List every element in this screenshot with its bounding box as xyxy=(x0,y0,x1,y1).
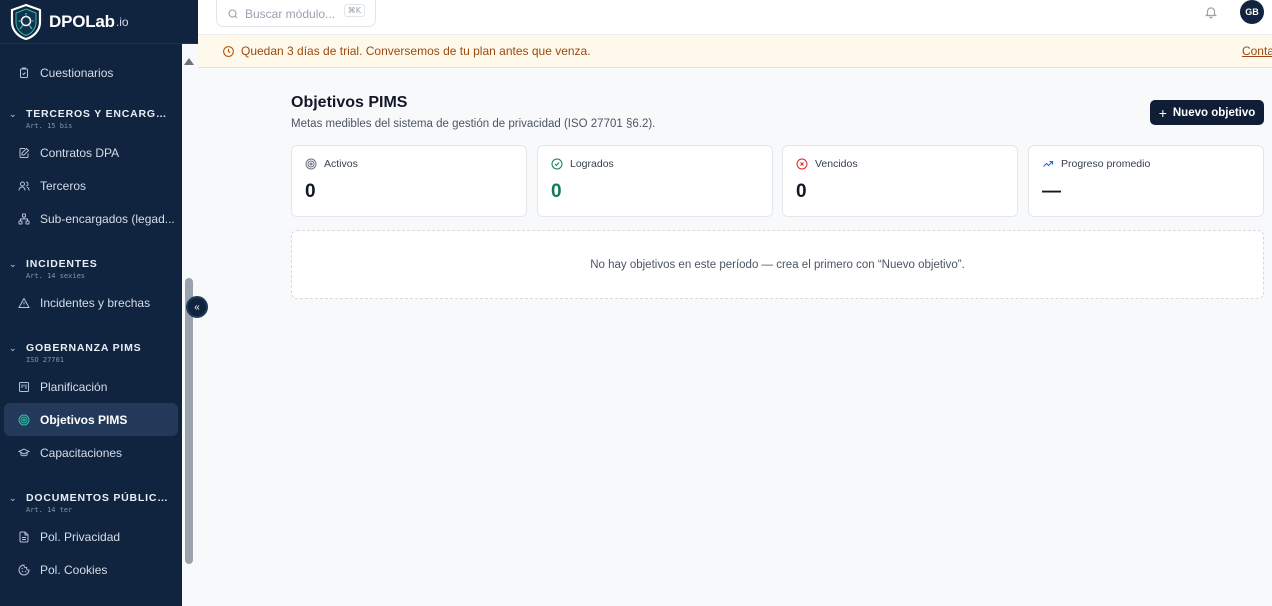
section-documentos: ⌄ DOCUMENTOS PÚBLICOS Art. 14 ter xyxy=(0,491,182,520)
stat-card-vencidos: Vencidos 0 xyxy=(782,145,1018,217)
sidebar-item-terceros[interactable]: Terceros xyxy=(4,169,178,202)
empty-state-message: No hay objetivos en este período — crea … xyxy=(590,258,965,271)
section-subtitle: ISO 27701 xyxy=(26,356,64,364)
section-terceros: ⌄ TERCEROS Y ENCARGAD... Art. 15 bis xyxy=(0,107,182,136)
sidebar-nav: Cuestionarios ⌄ TERCEROS Y ENCARGAD... A… xyxy=(0,56,182,586)
sidebar-item-incidentes[interactable]: Incidentes y brechas xyxy=(4,286,178,319)
sidebar-item-label: Planificación xyxy=(40,379,108,394)
section-gobernanza: ⌄ GOBERNANZA PIMS ISO 27701 xyxy=(0,341,182,370)
chevron-down-icon: ⌄ xyxy=(9,342,18,353)
stat-label: Activos xyxy=(324,158,358,170)
stat-label: Logrados xyxy=(570,158,614,170)
stat-value: 0 xyxy=(305,181,316,202)
section-title: DOCUMENTOS PÚBLICOS xyxy=(26,492,171,504)
sidebar-item-label: Terceros xyxy=(40,178,87,193)
sidebar-item-label: Incidentes y brechas xyxy=(40,295,151,310)
sidebar: Cuestionarios ⌄ TERCEROS Y ENCARGAD... A… xyxy=(0,0,182,606)
graduation-cap-icon xyxy=(17,446,31,460)
sidebar-item-pol-cookies[interactable]: Pol. Cookies xyxy=(4,553,178,586)
page-title: Objetivos PIMS xyxy=(291,94,408,111)
section-header[interactable]: ⌄ GOBERNANZA PIMS xyxy=(9,341,182,355)
x-circle-icon xyxy=(796,158,808,170)
sidebar-item-label: Pol. Cookies xyxy=(40,562,108,577)
section-title: INCIDENTES xyxy=(26,258,98,270)
stat-card-progreso: Progreso promedio — xyxy=(1028,145,1264,217)
section-header[interactable]: ⌄ TERCEROS Y ENCARGAD... xyxy=(9,107,182,121)
shield-logo-icon xyxy=(8,2,44,42)
bell-icon[interactable] xyxy=(1204,5,1220,21)
cookie-icon xyxy=(17,563,31,577)
sidebar-item-pol-privacidad[interactable]: Pol. Privacidad xyxy=(4,520,178,553)
collapse-sidebar-button[interactable]: « xyxy=(186,296,208,318)
empty-state: No hay objetivos en este período — crea … xyxy=(291,230,1264,299)
stat-label: Vencidos xyxy=(815,158,858,170)
file-edit-icon xyxy=(17,146,31,160)
warning-icon xyxy=(17,296,31,310)
sidebar-item-label: Sub-encargados (legad... xyxy=(40,211,175,226)
stat-card-activos: Activos 0 xyxy=(291,145,527,217)
brand-name: DPOLab xyxy=(49,11,115,31)
target-icon xyxy=(17,413,31,427)
sidebar-item-label: Contratos DPA xyxy=(40,145,120,160)
section-subtitle: Art. 14 sexies xyxy=(26,272,86,280)
scrollbar-thumb[interactable] xyxy=(185,278,193,564)
brand[interactable]: DPOLab .io xyxy=(0,0,198,44)
section-incidentes: ⌄ INCIDENTES Art. 14 sexies xyxy=(0,257,182,286)
sidebar-item-label: Objetivos PIMS xyxy=(40,412,128,427)
sidebar-item-planificacion[interactable]: Planificación xyxy=(4,370,178,403)
sidebar-item-label: Cuestionarios xyxy=(40,65,114,80)
sidebar-item-sub-encargados[interactable]: Sub-encargados (legad... xyxy=(4,202,178,235)
section-title: TERCEROS Y ENCARGAD... xyxy=(26,108,171,120)
double-chevron-left-icon: « xyxy=(194,301,200,313)
new-objective-button[interactable]: + Nuevo objetivo xyxy=(1150,100,1264,125)
scroll-up-arrow-icon[interactable] xyxy=(184,58,194,65)
avatar[interactable]: GB xyxy=(1240,0,1264,24)
search-icon xyxy=(227,8,239,20)
search-placeholder: Buscar módulo... xyxy=(245,6,336,21)
sidebar-item-objetivos-pims[interactable]: Objetivos PIMS xyxy=(4,403,178,436)
network-icon xyxy=(17,212,31,226)
page-subtitle: Metas medibles del sistema de gestión de… xyxy=(291,118,656,130)
sidebar-item-label: Pol. Privacidad xyxy=(40,529,121,544)
brand-suffix: .io xyxy=(115,14,129,29)
section-title: GOBERNANZA PIMS xyxy=(26,342,142,354)
stat-label: Progreso promedio xyxy=(1061,158,1151,170)
banner-contact-link[interactable]: Conta xyxy=(1242,44,1272,58)
section-subtitle: Art. 14 ter xyxy=(26,506,73,514)
stat-value: — xyxy=(1042,181,1061,202)
target-icon xyxy=(305,158,317,170)
new-objective-label: Nuevo objetivo xyxy=(1172,106,1256,119)
sidebar-item-cuestionarios[interactable]: Cuestionarios xyxy=(4,56,178,89)
section-header[interactable]: ⌄ DOCUMENTOS PÚBLICOS xyxy=(9,491,182,505)
stat-value: 0 xyxy=(551,181,562,202)
clipboard-icon xyxy=(17,66,31,80)
document-icon xyxy=(17,530,31,544)
search-input[interactable]: Buscar módulo... ⌘K xyxy=(216,0,376,27)
stat-value: 0 xyxy=(796,181,807,202)
chevron-down-icon: ⌄ xyxy=(9,492,18,503)
clock-icon xyxy=(222,45,235,58)
sidebar-item-label: Capacitaciones xyxy=(40,445,123,460)
sidebar-item-contratos-dpa[interactable]: Contratos DPA xyxy=(4,136,178,169)
chevron-down-icon: ⌄ xyxy=(9,108,18,119)
section-subtitle: Art. 15 bis xyxy=(26,122,73,130)
topbar: Buscar módulo... ⌘K GB xyxy=(198,0,1272,35)
users-icon xyxy=(17,179,31,193)
check-circle-icon xyxy=(551,158,563,170)
trial-banner: Quedan 3 días de trial. Conversemos de t… xyxy=(198,35,1272,68)
trending-up-icon xyxy=(1042,158,1054,170)
kanban-icon xyxy=(17,380,31,394)
chevron-down-icon: ⌄ xyxy=(9,258,18,269)
plus-icon: + xyxy=(1158,104,1167,121)
search-shortcut: ⌘K xyxy=(343,4,365,17)
banner-text: Quedan 3 días de trial. Conversemos de t… xyxy=(241,44,591,58)
section-header[interactable]: ⌄ INCIDENTES xyxy=(9,257,182,271)
stat-card-logrados: Logrados 0 xyxy=(537,145,773,217)
sidebar-item-capacitaciones[interactable]: Capacitaciones xyxy=(4,436,178,469)
